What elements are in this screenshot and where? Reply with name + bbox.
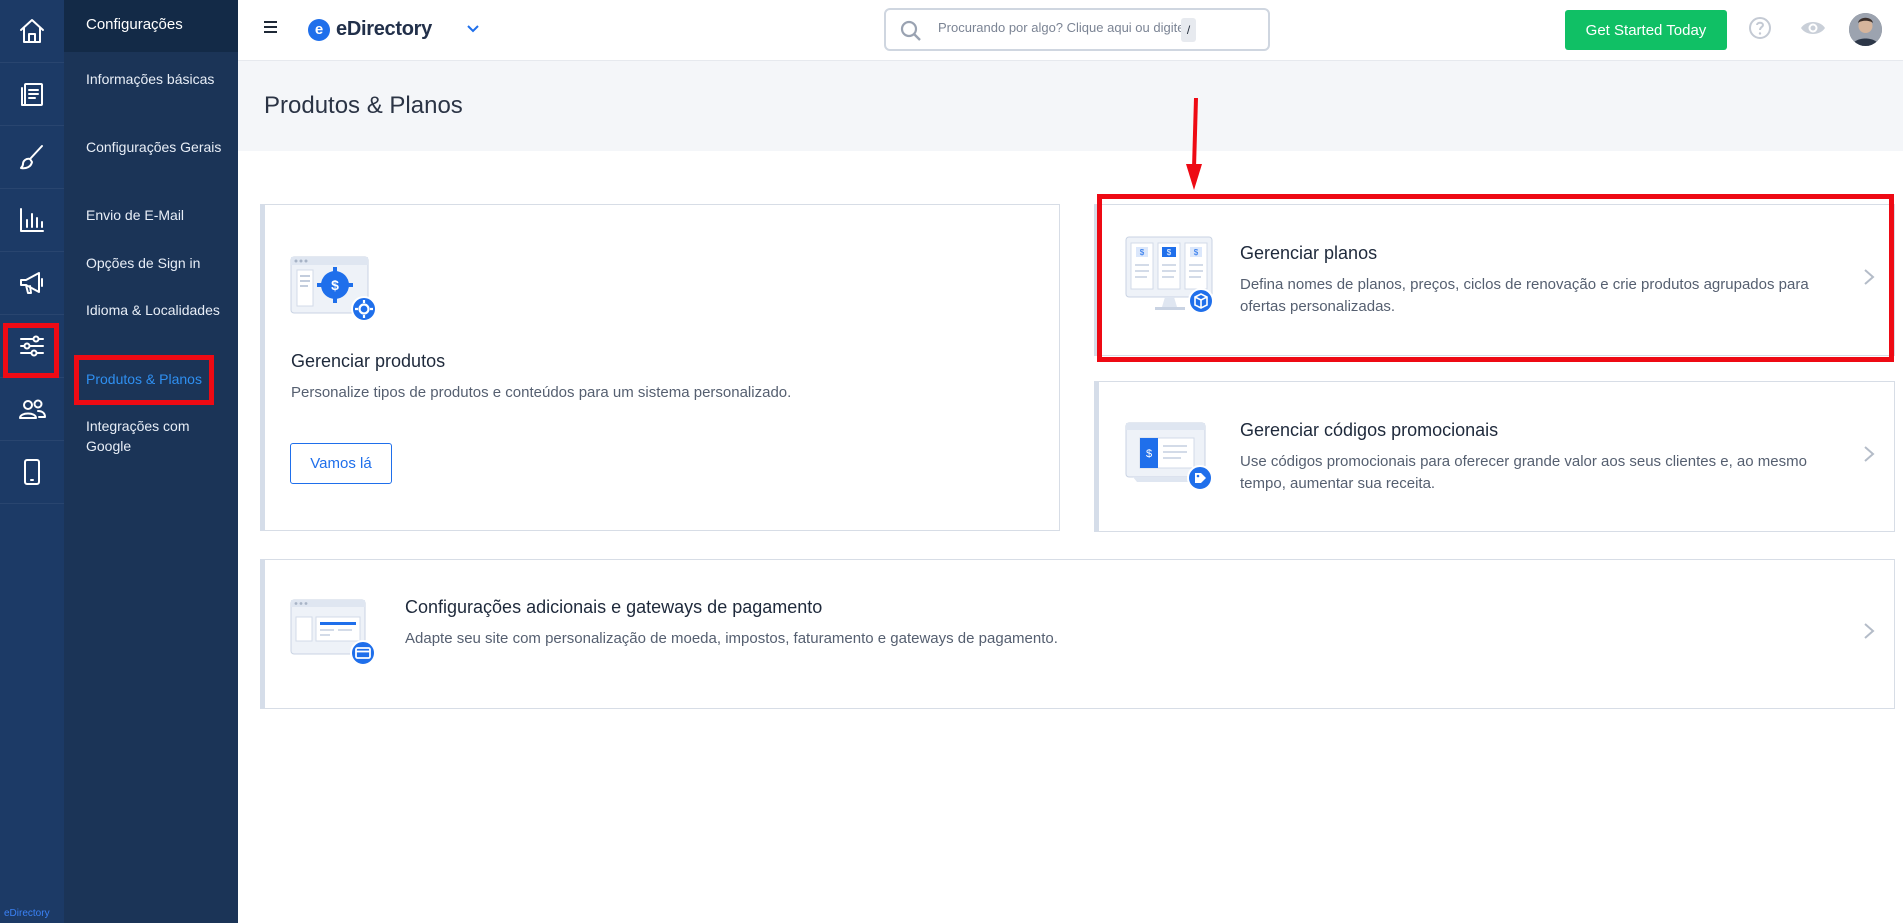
card-title-payment-gateways: Configurações adicionais e gateways de p…	[405, 597, 823, 617]
submenu-item-basic-info[interactable]: Informações básicas	[86, 69, 226, 89]
svg-text:$: $	[1140, 248, 1145, 257]
chevron-right-icon[interactable]	[1862, 621, 1876, 641]
rail-item-reports[interactable]	[0, 189, 64, 252]
lets-go-button[interactable]: Vamos lá	[290, 443, 392, 484]
rail-item-home[interactable]	[0, 0, 64, 63]
page-title: Produtos & Planos	[264, 92, 463, 119]
search-shortcut-key: /	[1181, 18, 1196, 42]
settings-submenu: Configurações Informações básicas Config…	[64, 0, 238, 923]
chevron-right-icon[interactable]	[1862, 267, 1876, 287]
rail-item-settings[interactable]	[0, 315, 64, 378]
promo-codes-illustration: $	[1125, 422, 1213, 491]
eye-icon[interactable]	[1799, 17, 1827, 39]
submenu-item-language[interactable]: Idioma & Localidades	[86, 300, 226, 320]
brush-icon	[20, 145, 43, 170]
chevron-down-icon[interactable]	[466, 22, 480, 36]
rail-item-promote[interactable]	[0, 252, 64, 315]
search-icon	[900, 20, 921, 41]
payment-gateway-illustration	[290, 599, 376, 666]
submenu-item-google[interactable]: Integrações com Google	[86, 416, 226, 456]
rail-item-users[interactable]	[0, 378, 64, 441]
svg-text:$: $	[1167, 248, 1172, 257]
submenu-title: Configurações	[64, 0, 238, 52]
sliders-icon	[20, 335, 44, 357]
brand-logo[interactable]: e eDirectory	[308, 18, 432, 41]
get-started-button[interactable]: Get Started Today	[1565, 10, 1727, 50]
card-title-manage-products: Gerenciar produtos	[291, 351, 446, 371]
users-icon	[19, 399, 46, 419]
content-icon	[21, 83, 43, 106]
home-icon	[20, 19, 44, 43]
card-desc-manage-promo-codes: Use códigos promocionais para oferecer g…	[1240, 453, 1807, 492]
icon-rail: eDirectory	[0, 0, 64, 923]
help-icon[interactable]	[1748, 16, 1772, 40]
reports-icon	[20, 208, 44, 232]
app-root: eDirectory Configurações Informações bás…	[0, 0, 1903, 923]
submenu-item-products-plans[interactable]: Produtos & Planos	[86, 369, 226, 389]
menu-toggle-icon[interactable]	[264, 21, 277, 33]
rail-item-mobile[interactable]	[0, 441, 64, 504]
plans-pricing-illustration: $ $ $	[1125, 236, 1214, 314]
products-settings-illustration: $	[290, 256, 377, 322]
card-desc-payment-gateways: Adapte seu site com personalização de mo…	[405, 630, 1058, 647]
rail-item-design[interactable]	[0, 126, 64, 189]
user-avatar-icon	[1849, 13, 1882, 46]
svg-text:$: $	[1146, 448, 1152, 460]
rail-item-content[interactable]	[0, 63, 64, 126]
mobile-icon	[24, 459, 40, 485]
card-title-manage-promo-codes: Gerenciar códigos promocionais	[1240, 420, 1499, 440]
logo-mark: e	[308, 18, 330, 41]
card-desc-manage-products: Personalize tipos de produtos e conteúdo…	[291, 384, 792, 401]
chevron-right-icon[interactable]	[1862, 444, 1876, 464]
submenu-item-general-settings[interactable]: Configurações Gerais	[86, 137, 226, 157]
annotation-arrow	[1186, 97, 1202, 190]
logo-text: eDirectory	[336, 18, 432, 40]
rail-footer-brand: eDirectory	[4, 908, 50, 919]
svg-text:$: $	[331, 277, 339, 293]
search-box[interactable]: /	[884, 8, 1270, 51]
submenu-item-email[interactable]: Envio de E-Mail	[86, 205, 226, 225]
avatar[interactable]	[1849, 13, 1882, 46]
submenu-item-sign-in-options[interactable]: Opções de Sign in	[86, 253, 226, 273]
card-title-manage-plans: Gerenciar planos	[1240, 243, 1378, 263]
megaphone-icon	[20, 272, 43, 294]
page-header	[238, 61, 1903, 151]
card-desc-manage-plans: Defina nomes de planos, preços, ciclos d…	[1240, 276, 1809, 315]
svg-text:$: $	[1194, 248, 1199, 257]
